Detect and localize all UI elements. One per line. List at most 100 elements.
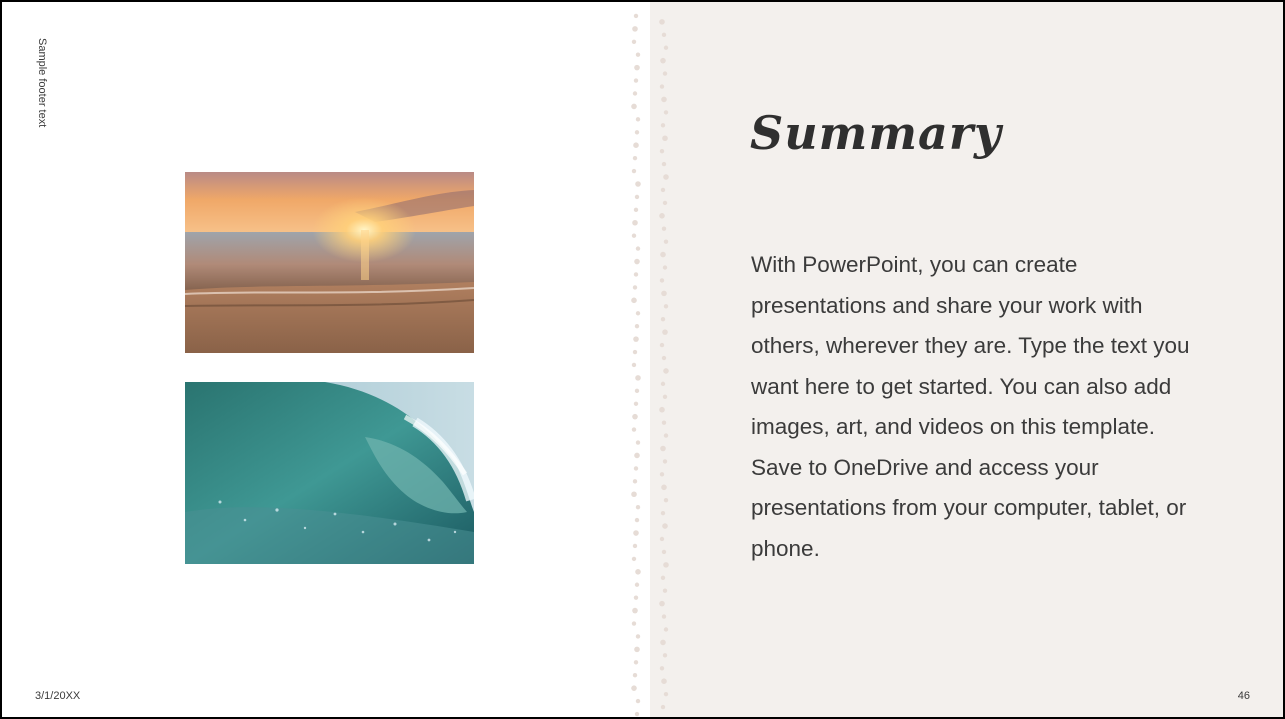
slide-date: 3/1/20XX bbox=[35, 690, 81, 702]
divider-dot bbox=[661, 355, 667, 361]
divider-dot bbox=[635, 698, 641, 704]
divider-dot bbox=[661, 484, 667, 491]
divider-dot bbox=[631, 103, 637, 110]
divider-dot bbox=[661, 161, 667, 167]
divider-dot bbox=[660, 251, 666, 258]
divider-dot bbox=[660, 123, 666, 128]
sunset-beach-photo bbox=[185, 172, 474, 353]
divider-dot bbox=[632, 479, 638, 484]
divider-dot bbox=[659, 666, 665, 671]
slide: Sample footer text Summary With PowerPoi… bbox=[0, 0, 1285, 719]
divider-dot bbox=[635, 569, 641, 575]
left-panel bbox=[2, 2, 650, 717]
divider-dot bbox=[660, 187, 666, 193]
divider-dot bbox=[661, 226, 667, 231]
divider-dot bbox=[662, 588, 668, 593]
divider-dot bbox=[635, 440, 641, 445]
divider-dot bbox=[635, 634, 641, 639]
divider-dot bbox=[662, 523, 668, 529]
divider-dot bbox=[660, 381, 666, 387]
divider-dot bbox=[633, 401, 639, 406]
divider-dot bbox=[662, 265, 668, 270]
divider-dot bbox=[632, 285, 638, 290]
divider-dot bbox=[663, 304, 669, 309]
page-number: 46 bbox=[1237, 690, 1250, 702]
divider-dot bbox=[634, 130, 640, 135]
divider-dot bbox=[661, 549, 667, 555]
divider-dot bbox=[631, 491, 637, 498]
divider-dot bbox=[659, 600, 665, 607]
divider-dot bbox=[634, 194, 640, 200]
divider-dot bbox=[635, 311, 641, 316]
divider-dot bbox=[662, 200, 668, 206]
divider-dot bbox=[662, 135, 668, 142]
divider-dot bbox=[661, 678, 667, 684]
divider-dot bbox=[660, 575, 666, 580]
divider-dot bbox=[635, 117, 641, 122]
divider-dot bbox=[633, 78, 639, 83]
divider-dot bbox=[632, 413, 638, 420]
divider-dot bbox=[659, 472, 665, 477]
divider-dot bbox=[631, 556, 637, 562]
divider-dot bbox=[660, 317, 666, 322]
divider-dot bbox=[634, 64, 640, 71]
divider-dot bbox=[659, 278, 665, 283]
divider-dot bbox=[632, 349, 638, 355]
divider-dot bbox=[659, 406, 665, 413]
divider-dot bbox=[632, 26, 638, 32]
divider-dot bbox=[631, 168, 637, 174]
divider-dot bbox=[634, 452, 640, 459]
divider-dot bbox=[631, 297, 637, 304]
divider-dot bbox=[631, 427, 637, 432]
divider-dot bbox=[660, 639, 666, 646]
divider-dot bbox=[662, 71, 668, 76]
divider-dot bbox=[661, 614, 667, 619]
divider-dot bbox=[661, 32, 667, 38]
divider-dot bbox=[634, 258, 640, 265]
dotted-divider bbox=[631, 13, 669, 717]
divider-dot bbox=[633, 142, 639, 148]
divider-dot bbox=[632, 607, 638, 614]
divider-dot bbox=[659, 536, 665, 542]
divider-dot bbox=[635, 375, 641, 381]
divider-dot bbox=[634, 646, 640, 653]
divider-dot bbox=[660, 57, 666, 64]
summary-paragraph: With PowerPoint, you can create presenta… bbox=[751, 252, 1190, 561]
divider-dot bbox=[635, 504, 641, 510]
divider-dot bbox=[632, 91, 638, 96]
divider-dot bbox=[663, 239, 669, 244]
divider-dot bbox=[632, 155, 638, 161]
divider-dot bbox=[633, 272, 639, 277]
divider-dot bbox=[634, 388, 640, 394]
divider-dot bbox=[632, 219, 638, 226]
divider-dot bbox=[634, 582, 640, 587]
divider-dot bbox=[660, 445, 666, 452]
divider-dot bbox=[661, 420, 667, 425]
divider-dot bbox=[659, 19, 665, 25]
divider-dot bbox=[659, 84, 665, 89]
divider-dot bbox=[659, 213, 665, 219]
divider-dot bbox=[635, 52, 641, 57]
divider-dot bbox=[663, 110, 669, 115]
divider-dot bbox=[633, 466, 639, 471]
divider-dot bbox=[634, 711, 640, 717]
divider-dot bbox=[663, 174, 669, 180]
divider-dot bbox=[635, 246, 641, 251]
divider-dot bbox=[660, 704, 666, 710]
divider-dot bbox=[633, 13, 639, 19]
divider-dot bbox=[633, 207, 639, 213]
divider-dot bbox=[663, 562, 669, 568]
divider-dot bbox=[631, 39, 637, 44]
divider-dot bbox=[662, 653, 668, 658]
divider-dot bbox=[635, 181, 641, 187]
divider-dot bbox=[660, 510, 666, 516]
divider-dot bbox=[659, 342, 665, 348]
divider-dot bbox=[634, 323, 640, 329]
divider-dot bbox=[663, 45, 669, 50]
divider-dot bbox=[633, 595, 639, 600]
divider-dot bbox=[631, 685, 637, 691]
divider-dot bbox=[631, 362, 637, 368]
divider-dot bbox=[632, 543, 638, 549]
divider-dot bbox=[661, 290, 667, 297]
divider-dot bbox=[662, 394, 668, 399]
